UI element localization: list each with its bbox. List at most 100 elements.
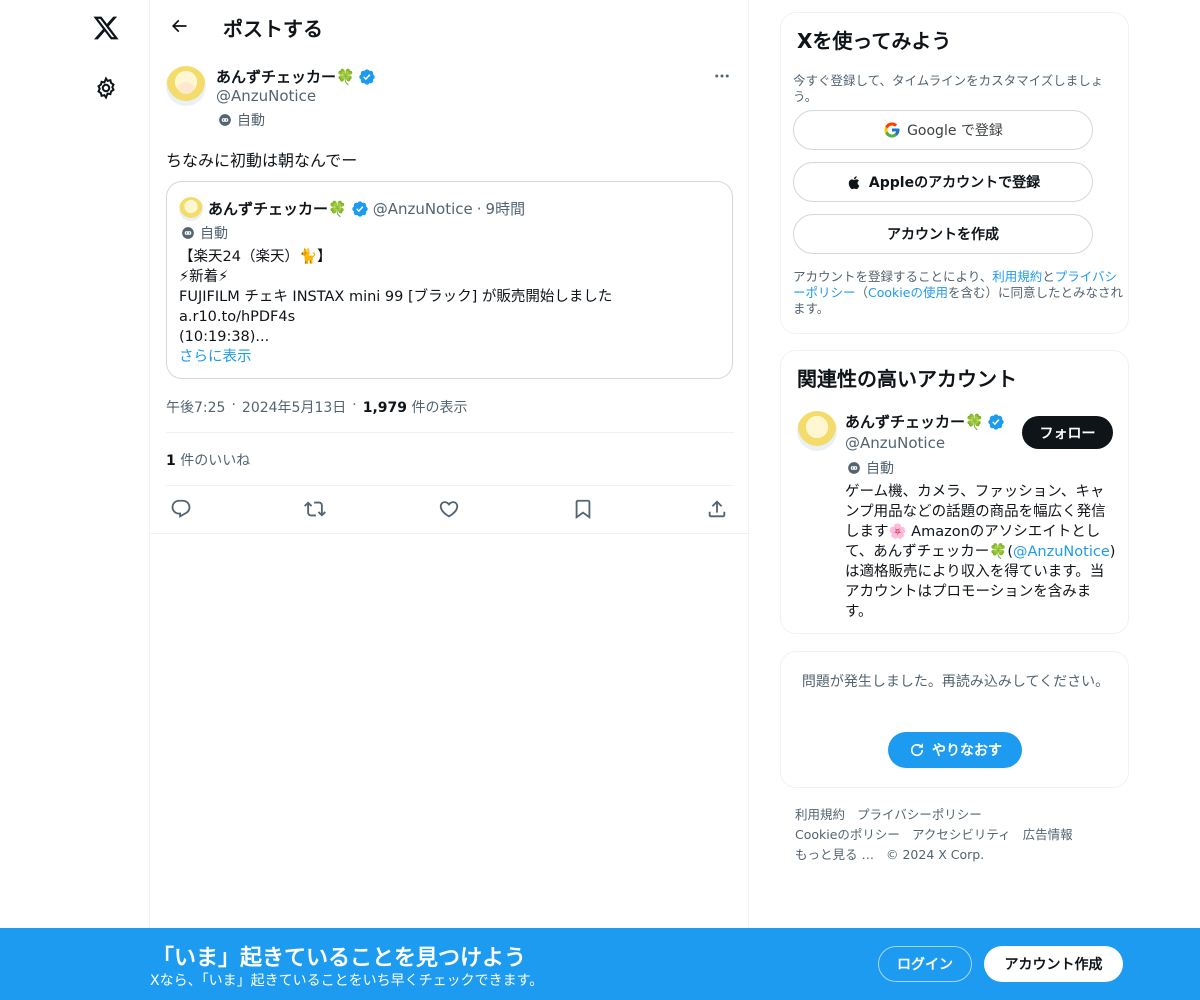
quote-author-name: あんずチェッカー🍀 (208, 200, 347, 218)
divider (166, 432, 734, 433)
bot-icon (182, 227, 194, 239)
more-options-icon[interactable] (710, 64, 734, 88)
post-time[interactable]: 午後7:25 (166, 397, 225, 417)
related-account-handle[interactable]: @AnzuNotice (845, 434, 945, 452)
post-text: ちなみに初動は朝なんでー (166, 151, 358, 170)
retry-label: やりなおす (932, 743, 1002, 759)
likes-summary[interactable]: 1 件のいいね (166, 450, 250, 470)
retry-button[interactable]: やりなおす (888, 732, 1022, 768)
post-date[interactable]: 2024年5月13日 (242, 397, 346, 417)
likes-label: 件のいいね (180, 453, 251, 469)
quote-header: あんずチェッカー🍀 @AnzuNotice · 9時間 (208, 198, 525, 219)
show-more-link[interactable]: さらに表示 (179, 347, 612, 367)
quote-separator: · (476, 199, 482, 218)
bot-icon (848, 462, 860, 474)
quote-line: (10:19:38)... (179, 329, 270, 345)
quote-body: 【楽天24（楽天）🐈】 ⚡新着⚡ FUJIFILM チェキ INSTAX min… (179, 247, 612, 367)
quote-automated-text: 自動 (200, 226, 228, 242)
terms-link[interactable]: 利用規約 (992, 269, 1042, 284)
views-count: 1,979 (362, 400, 408, 416)
bookmark-icon[interactable] (570, 496, 596, 522)
quote-line: ⚡新着⚡ (179, 269, 229, 285)
bio-mention-link[interactable]: @AnzuNotice (1013, 544, 1110, 560)
bot-icon (219, 114, 231, 126)
reply-icon[interactable] (168, 496, 194, 522)
login-button[interactable]: ログイン (878, 946, 972, 982)
footer-link[interactable]: 利用規約 (795, 807, 845, 822)
author-name-text: あんずチェッカー🍀 (216, 68, 355, 86)
main-column: ポストする あんずチェッカー🍀 @AnzuNotice 自動 ちなみに初動は朝な… (149, 0, 750, 1000)
create-account-label: アカウントを作成 (887, 227, 999, 243)
divider (166, 485, 734, 486)
views-label: 件の表示 (411, 400, 468, 416)
banner-create-account-button[interactable]: アカウント作成 (984, 946, 1123, 982)
related-account-name[interactable]: あんずチェッカー🍀 (845, 411, 1005, 432)
gear-icon[interactable] (90, 72, 122, 104)
quote-automated-label: 自動 (181, 223, 228, 243)
error-message: 問題が発生しました。再読み込みしてください。 (801, 674, 1110, 690)
quoted-post[interactable]: あんずチェッカー🍀 @AnzuNotice · 9時間 自動 【楽天24（楽天）… (166, 181, 733, 379)
quote-avatar (179, 197, 203, 221)
google-icon (884, 122, 900, 138)
google-signup-label: Google で登録 (907, 123, 1003, 139)
repost-icon[interactable] (302, 496, 328, 522)
refresh-icon (910, 743, 924, 757)
legal-and: と (1042, 269, 1055, 284)
footer-link[interactable]: 広告情報 (1023, 827, 1073, 842)
automated-label-text: 自動 (237, 113, 265, 129)
quote-line: FUJIFILM チェキ INSTAX mini 99 [ブラック] が販売開始… (179, 289, 613, 305)
avatar[interactable] (166, 66, 206, 106)
post-actions (166, 496, 734, 522)
related-automated-label: 自動 (847, 458, 894, 478)
left-nav (0, 0, 150, 1000)
banner-title: 「いま」起きていることを見つけよう (152, 946, 527, 971)
apple-signup-button[interactable]: Appleのアカウントで登録 (793, 162, 1093, 202)
verified-badge-icon (358, 68, 376, 86)
apple-signup-label: Appleのアカウントで登録 (868, 175, 1041, 191)
footer-link[interactable]: Cookieのポリシー (795, 827, 900, 842)
legal-paren: （ (855, 285, 869, 300)
author-name[interactable]: あんずチェッカー🍀 (216, 66, 376, 87)
follow-button[interactable]: フォロー (1022, 416, 1113, 449)
footer-links: 利用規約 プライバシーポリシー Cookieのポリシー アクセシビリティ 広告情報 も… (795, 805, 1115, 865)
back-arrow-icon[interactable] (162, 9, 196, 43)
create-account-button[interactable]: アカウントを作成 (793, 214, 1093, 254)
related-accounts-card: 関連性の高いアカウント あんずチェッカー🍀 @AnzuNotice 自動 フォロ… (780, 350, 1129, 634)
post-timestamp: 午後7:25 · 2024年5月13日 · 1,979 件の表示 (166, 397, 467, 417)
author-handle[interactable]: @AnzuNotice (216, 87, 316, 105)
legal-notice: アカウントを登録することにより、利用規約とプライバシーポリシー（Cookieの使… (793, 269, 1123, 317)
footer-link[interactable]: アクセシビリティ (912, 827, 1011, 842)
banner-subtitle: Xなら、「いま」起きていることをいち早くチェックできます。 (150, 973, 544, 989)
related-automated-text: 自動 (866, 461, 894, 477)
quote-time: 9時間 (485, 200, 526, 218)
bottom-signup-banner: 「いま」起きていることを見つけよう Xなら、「いま」起きていることをいち早くチェ… (0, 928, 1200, 1000)
x-logo-icon[interactable] (88, 10, 124, 46)
like-icon[interactable] (436, 496, 462, 522)
verified-badge-icon (352, 200, 368, 217)
related-title: 関連性の高いアカウント (797, 367, 1017, 391)
quote-author-handle: @AnzuNotice (372, 199, 473, 218)
avatar[interactable] (797, 411, 837, 451)
google-signup-button[interactable]: Google で登録 (793, 110, 1093, 150)
timestamp-dot: · (352, 397, 357, 413)
legal-pre: アカウントを登録することにより、 (793, 269, 993, 284)
likes-count: 1 (166, 453, 176, 469)
quote-line: a.r10.to/hPDF4s (179, 309, 296, 325)
apple-icon (848, 175, 860, 189)
related-account-bio: ゲーム機、カメラ、ファッション、キャンプ用品などの話題の商品を幅広く発信します🌸… (845, 482, 1117, 622)
divider (150, 533, 750, 534)
post-author: あんずチェッカー🍀 @AnzuNotice 自動 (166, 64, 734, 134)
footer-more-link[interactable]: もっと見る … (795, 847, 874, 862)
automated-label: 自動 (218, 110, 265, 130)
signup-subtitle: 今すぐ登録して、タイムラインをカスタマイズしましょう。 (793, 73, 1104, 104)
cookie-link[interactable]: Cookieの使用 (868, 285, 948, 300)
copyright: © 2024 X Corp. (885, 847, 985, 862)
signup-card: Xを使ってみよう 今すぐ登録して、タイムラインをカスタマイズしましょう。 Goo… (780, 12, 1129, 334)
quote-line: 【楽天24（楽天）🐈】 (179, 249, 332, 265)
signup-title: Xを使ってみよう (797, 29, 952, 53)
page-title: ポストする (223, 17, 323, 41)
timestamp-dot: · (231, 397, 236, 413)
footer-link[interactable]: プライバシーポリシー (857, 807, 982, 822)
share-icon[interactable] (704, 496, 730, 522)
error-card: 問題が発生しました。再読み込みしてください。 やりなおす (780, 651, 1129, 788)
